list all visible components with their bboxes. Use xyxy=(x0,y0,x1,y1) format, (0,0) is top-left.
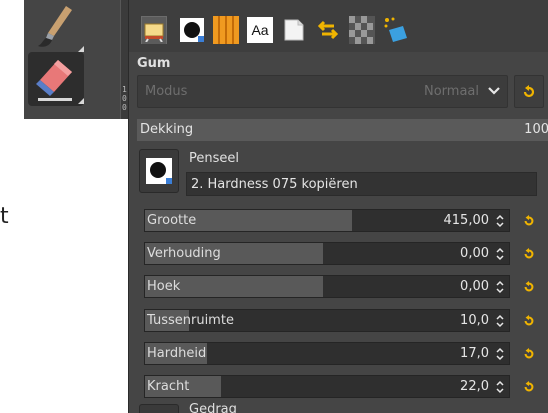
opacity-label: Dekking xyxy=(140,122,194,137)
slider-5[interactable]: Hardheid 17,0 xyxy=(144,342,510,365)
ruler-tick: 0 xyxy=(122,103,127,112)
slider-label: Hardheid xyxy=(147,346,207,361)
slider-value: 17,0 xyxy=(460,346,489,361)
opacity-value: 100 xyxy=(524,122,548,137)
slider-value: 415,00 xyxy=(443,213,490,228)
mode-label: Modus xyxy=(145,84,188,99)
brush-row: Penseel 2. Hardness 075 kopiëren xyxy=(137,146,539,201)
toolbox: 1 0 0 xyxy=(24,0,128,119)
fonts-icon-text: Aa xyxy=(251,22,269,38)
slider-6[interactable]: Kracht 22,0 xyxy=(144,375,510,398)
reset-icon[interactable] xyxy=(523,248,535,260)
brush-name-field[interactable]: 2. Hardness 075 kopiëren xyxy=(186,172,537,196)
fonts-icon: Aa xyxy=(247,17,273,43)
paintbrush-tool-button[interactable] xyxy=(28,0,84,54)
tab-brushes[interactable] xyxy=(179,16,205,44)
ruler-tick: 1 xyxy=(122,85,127,94)
spinner-arrows-icon[interactable] xyxy=(495,214,505,228)
tab-device-status[interactable] xyxy=(383,16,409,44)
mode-reset-button[interactable] xyxy=(514,75,544,108)
tool-options-icon xyxy=(144,23,164,42)
mode-select[interactable]: Modus Normaal xyxy=(137,75,508,108)
spinner-arrows-icon[interactable] xyxy=(495,247,505,261)
tab-tool-options[interactable] xyxy=(141,16,167,44)
reset-icon[interactable] xyxy=(523,315,535,327)
slider-label: Hoek xyxy=(147,279,181,294)
slider-value: 22,0 xyxy=(460,379,489,394)
brush-icon xyxy=(146,158,172,184)
spinner-arrows-icon[interactable] xyxy=(495,280,505,294)
group-indicator-icon xyxy=(78,98,84,104)
slider-3[interactable]: Hoek 0,00 xyxy=(144,275,510,298)
tab-undo-history[interactable] xyxy=(315,16,341,44)
slider-1[interactable]: Grootte 415,00 xyxy=(144,209,510,232)
mode-value: Normaal xyxy=(423,84,479,99)
spinner-arrows-icon[interactable] xyxy=(495,380,505,394)
reset-icon xyxy=(523,84,535,97)
spinner-arrows-icon[interactable] xyxy=(495,347,505,361)
slider-label: Grootte xyxy=(147,213,197,228)
paintbrush-icon xyxy=(38,6,72,47)
slider-value: 10,0 xyxy=(460,313,489,328)
reset-icon[interactable] xyxy=(523,281,535,293)
behavior-preview[interactable] xyxy=(139,404,179,413)
ruler-tick: 0 xyxy=(122,94,127,103)
slider-label: Tussenruimte xyxy=(147,313,234,328)
slider-2[interactable]: Verhouding 0,00 xyxy=(144,242,510,265)
brush-label: Penseel xyxy=(189,151,239,166)
eraser-icon xyxy=(36,60,72,101)
mode-row: Modus Normaal xyxy=(137,75,544,108)
panel-title: Gum xyxy=(137,56,171,71)
slider-value: 0,00 xyxy=(460,246,489,261)
reset-icon[interactable] xyxy=(523,215,535,227)
tab-fonts[interactable]: Aa xyxy=(247,16,273,44)
slider-value: 0,00 xyxy=(460,279,489,294)
behavior-label: Gedrag xyxy=(189,402,237,413)
canvas-text: t xyxy=(0,204,9,229)
document-icon xyxy=(284,19,304,41)
spinner-arrows-icon[interactable] xyxy=(495,314,505,328)
slider-label: Kracht xyxy=(147,379,190,394)
tab-document[interactable] xyxy=(281,16,307,44)
pattern-icon xyxy=(213,16,239,44)
reset-icon[interactable] xyxy=(523,348,535,360)
dock-tabbar: Aa xyxy=(129,0,548,52)
slider-label: Verhouding xyxy=(147,246,221,261)
tool-options-panel: Aa Gum Modus Normaal Dekking 100 Penseel… xyxy=(128,0,548,413)
undo-history-icon xyxy=(317,20,339,40)
vertical-ruler[interactable]: 1 0 0 xyxy=(120,0,128,119)
brush-name-text: 2. Hardness 075 kopiëren xyxy=(191,177,358,192)
tab-patterns[interactable] xyxy=(213,16,239,44)
tab-gradients[interactable] xyxy=(349,16,375,44)
device-status-icon xyxy=(384,17,407,42)
opacity-slider[interactable]: Dekking 100 xyxy=(137,119,548,141)
brush-preview-button[interactable] xyxy=(139,149,179,193)
eraser-tool-button[interactable] xyxy=(28,52,84,106)
reset-icon[interactable] xyxy=(523,381,535,393)
slider-4[interactable]: Tussenruimte 10,0 xyxy=(144,309,510,332)
chevron-down-icon xyxy=(488,87,500,95)
brush-icon xyxy=(180,18,204,42)
gradient-icon xyxy=(349,16,375,44)
